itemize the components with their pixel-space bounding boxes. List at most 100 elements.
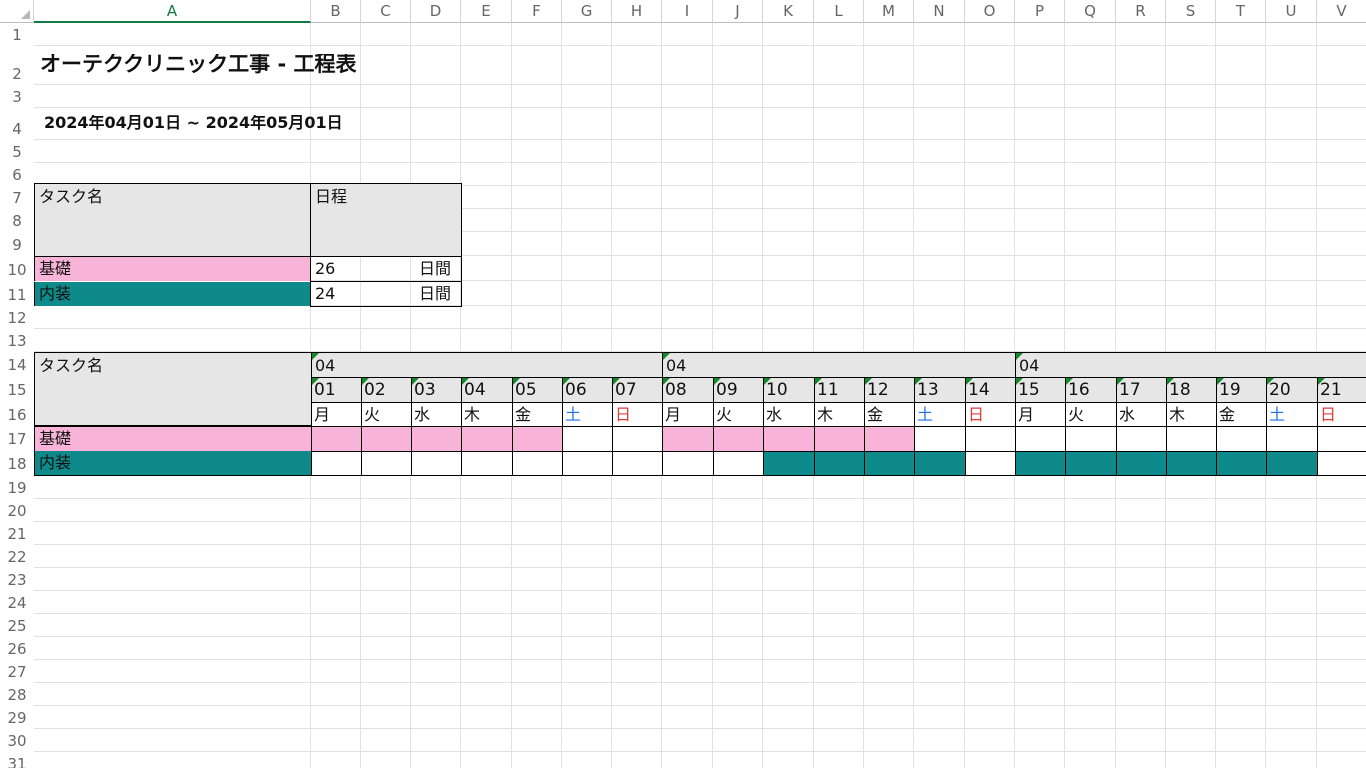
gantt-task-cell[interactable] bbox=[612, 426, 662, 451]
gantt-task-cell[interactable] bbox=[914, 426, 965, 451]
gantt-task-cell[interactable] bbox=[662, 451, 713, 476]
column-header-n[interactable]: N bbox=[914, 0, 965, 23]
column-header-p[interactable]: P bbox=[1015, 0, 1065, 23]
row-header-28[interactable]: 28 bbox=[0, 683, 34, 706]
column-header-l[interactable]: L bbox=[814, 0, 864, 23]
gantt-day-number[interactable]: 04 bbox=[461, 377, 512, 402]
gantt-day-number[interactable]: 20 bbox=[1266, 377, 1317, 402]
column-header-u[interactable]: U bbox=[1266, 0, 1317, 23]
gantt-day-number[interactable]: 13 bbox=[914, 377, 965, 402]
gantt-day-number[interactable]: 09 bbox=[713, 377, 763, 402]
gantt-month-label[interactable]: 04 bbox=[1015, 352, 1366, 377]
gantt-task-cell[interactable] bbox=[713, 426, 763, 451]
row-header-19[interactable]: 19 bbox=[0, 475, 34, 499]
column-header-r[interactable]: R bbox=[1116, 0, 1166, 23]
column-header-v[interactable]: V bbox=[1317, 0, 1366, 23]
gantt-task-cell[interactable] bbox=[713, 451, 763, 476]
gantt-task-cell[interactable] bbox=[1015, 451, 1065, 476]
row-header-15[interactable]: 15 bbox=[0, 376, 34, 401]
date-range[interactable]: 2024年04月01日 ~ 2024年05月01日 bbox=[44, 115, 343, 131]
gantt-month-label[interactable]: 04 bbox=[662, 352, 1015, 377]
gantt-task-cell[interactable] bbox=[562, 451, 612, 476]
row-header-31[interactable]: 31 bbox=[0, 752, 34, 768]
column-header-k[interactable]: K bbox=[763, 0, 814, 23]
gantt-task-cell[interactable] bbox=[864, 451, 914, 476]
row-header-27[interactable]: 27 bbox=[0, 660, 34, 683]
row-header-7[interactable]: 7 bbox=[0, 186, 34, 209]
gantt-task-cell[interactable] bbox=[1166, 426, 1216, 451]
column-header-h[interactable]: H bbox=[612, 0, 662, 23]
gantt-task-cell[interactable] bbox=[763, 426, 814, 451]
summary-task-name[interactable]: 内装 bbox=[34, 282, 311, 306]
column-header-t[interactable]: T bbox=[1216, 0, 1266, 23]
gantt-task-cell[interactable] bbox=[1266, 426, 1317, 451]
gantt-weekday[interactable]: 火 bbox=[361, 402, 411, 426]
gantt-weekday[interactable]: 金 bbox=[1216, 402, 1266, 426]
gantt-task-cell[interactable] bbox=[1116, 426, 1166, 451]
column-header-i[interactable]: I bbox=[662, 0, 713, 23]
row-header-18[interactable]: 18 bbox=[0, 450, 34, 475]
gantt-task-cell[interactable] bbox=[311, 426, 361, 451]
gantt-weekday[interactable]: 水 bbox=[1116, 402, 1166, 426]
gantt-weekday[interactable]: 水 bbox=[763, 402, 814, 426]
gantt-day-number[interactable]: 02 bbox=[361, 377, 411, 402]
column-header-o[interactable]: O bbox=[965, 0, 1015, 23]
gantt-task-cell[interactable] bbox=[1065, 426, 1116, 451]
row-header-13[interactable]: 13 bbox=[0, 329, 34, 352]
gantt-weekday[interactable]: 金 bbox=[864, 402, 914, 426]
column-header-m[interactable]: M bbox=[864, 0, 914, 23]
gantt-day-number[interactable]: 05 bbox=[512, 377, 562, 402]
gantt-task-cell[interactable] bbox=[965, 451, 1015, 476]
gantt-task-cell[interactable] bbox=[864, 426, 914, 451]
row-header-11[interactable]: 11 bbox=[0, 281, 34, 306]
gantt-weekday[interactable]: 水 bbox=[411, 402, 461, 426]
row-header-1[interactable]: 1 bbox=[0, 23, 34, 46]
gantt-day-number[interactable]: 11 bbox=[814, 377, 864, 402]
row-header-14[interactable]: 14 bbox=[0, 352, 34, 376]
gantt-task-cell[interactable] bbox=[461, 451, 512, 476]
row-header-29[interactable]: 29 bbox=[0, 706, 34, 729]
gantt-task-header[interactable]: タスク名 bbox=[34, 352, 311, 426]
gantt-task-cell[interactable] bbox=[361, 426, 411, 451]
gantt-weekday[interactable]: 土 bbox=[914, 402, 965, 426]
gantt-weekday[interactable]: 木 bbox=[814, 402, 864, 426]
gantt-task-cell[interactable] bbox=[461, 426, 512, 451]
select-all-corner[interactable] bbox=[0, 0, 34, 23]
gantt-day-number[interactable]: 17 bbox=[1116, 377, 1166, 402]
gantt-day-number[interactable]: 16 bbox=[1065, 377, 1116, 402]
column-header-a[interactable]: A bbox=[34, 0, 311, 23]
row-header-16[interactable]: 16 bbox=[0, 401, 34, 426]
gantt-task-cell[interactable] bbox=[763, 451, 814, 476]
row-header-4[interactable]: 4 bbox=[0, 108, 34, 140]
row-header-5[interactable]: 5 bbox=[0, 140, 34, 163]
gantt-day-number[interactable]: 01 bbox=[311, 377, 361, 402]
gantt-task-cell[interactable] bbox=[512, 426, 562, 451]
gantt-task-cell[interactable] bbox=[512, 451, 562, 476]
column-header-b[interactable]: B bbox=[311, 0, 361, 23]
row-header-3[interactable]: 3 bbox=[0, 85, 34, 108]
column-header-j[interactable]: J bbox=[713, 0, 763, 23]
gantt-weekday[interactable]: 木 bbox=[461, 402, 512, 426]
gantt-weekday[interactable]: 日 bbox=[1317, 402, 1366, 426]
column-header-q[interactable]: Q bbox=[1065, 0, 1116, 23]
column-header-d[interactable]: D bbox=[411, 0, 461, 23]
gantt-task-cell[interactable] bbox=[1266, 451, 1317, 476]
gantt-task-cell[interactable] bbox=[1116, 451, 1166, 476]
gantt-task-cell[interactable] bbox=[965, 426, 1015, 451]
gantt-task-cell[interactable] bbox=[411, 426, 461, 451]
gantt-day-number[interactable]: 21 bbox=[1317, 377, 1366, 402]
gantt-day-number[interactable]: 12 bbox=[864, 377, 914, 402]
row-header-30[interactable]: 30 bbox=[0, 729, 34, 752]
row-header-25[interactable]: 25 bbox=[0, 614, 34, 637]
gantt-weekday[interactable]: 土 bbox=[562, 402, 612, 426]
column-header-c[interactable]: C bbox=[361, 0, 411, 23]
gantt-task-cell[interactable] bbox=[1015, 426, 1065, 451]
gantt-day-number[interactable]: 08 bbox=[662, 377, 713, 402]
sheet-title[interactable]: オーテククリニック工事 - 工程表 bbox=[40, 54, 357, 75]
gantt-task-cell[interactable] bbox=[814, 451, 864, 476]
spreadsheet-grid[interactable]: ABCDEFGHIJKLMNOPQRSTUV 1 2 3 4 5 6 7 8 9 10 11 12 13… bbox=[0, 0, 1366, 768]
gantt-weekday[interactable]: 火 bbox=[713, 402, 763, 426]
summary-schedule-header[interactable]: 日程 bbox=[310, 183, 462, 257]
gantt-weekday[interactable]: 日 bbox=[965, 402, 1015, 426]
row-header-22[interactable]: 22 bbox=[0, 545, 34, 568]
